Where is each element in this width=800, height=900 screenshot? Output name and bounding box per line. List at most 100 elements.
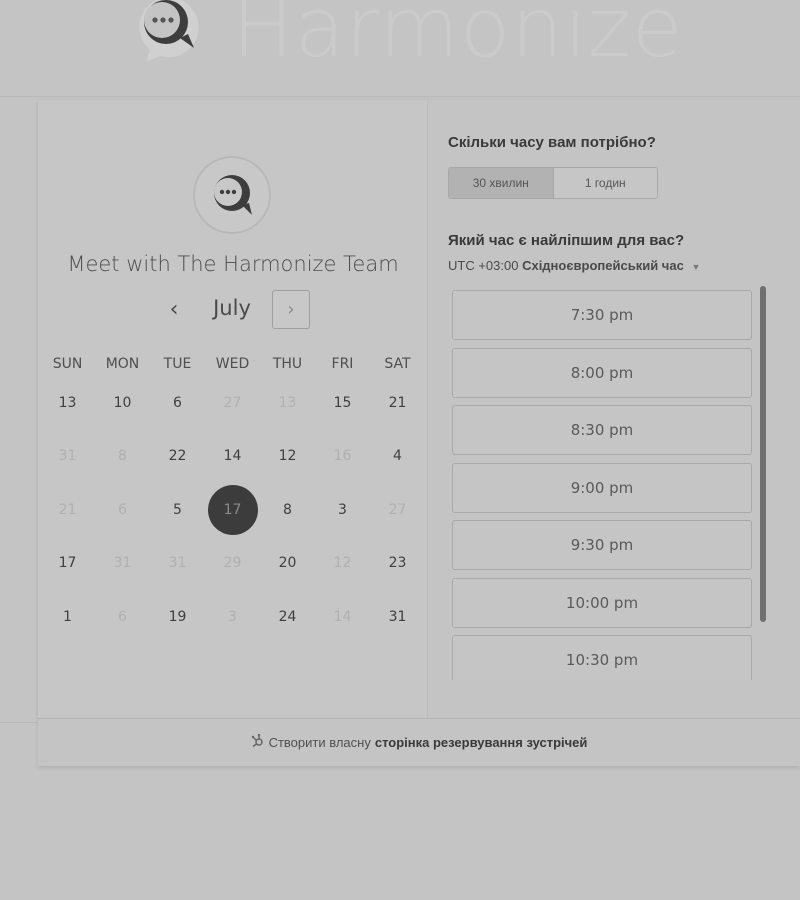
calendar-day[interactable]: 31 — [370, 590, 425, 644]
calendar-day-number: 6 — [118, 501, 127, 518]
duration-toggle: 30 хвилин 1 годин — [448, 167, 658, 199]
calendar-day[interactable]: 19 — [150, 590, 205, 644]
calendar-day-number: 10 — [113, 394, 132, 411]
timezone-name: Східноєвропейський час — [522, 258, 684, 273]
booking-card: Meet with The Harmonize Team ‹ July › SU… — [38, 100, 800, 718]
calendar-day: 14 — [315, 590, 370, 644]
calendar-day-number: 13 — [58, 394, 77, 411]
calendar-day: 27 — [370, 483, 425, 537]
weekday-label: FRI — [331, 356, 354, 372]
calendar-day-number: 31 — [388, 608, 407, 625]
avatar — [193, 156, 271, 234]
weekday-label: SUN — [52, 356, 83, 372]
brand-name: Harmonize — [232, 0, 684, 76]
previous-month-button[interactable]: ‹ — [160, 294, 188, 324]
calendar-day[interactable]: 24 — [260, 590, 315, 644]
calendar-day-number: 13 — [278, 394, 297, 411]
calendar-day: 13 — [260, 376, 315, 430]
calendar-day-number: 14 — [333, 608, 352, 625]
time-slot[interactable]: 10:00 pm — [452, 578, 752, 628]
calendar-day-number: 31 — [58, 448, 77, 465]
calendar-day-number: 24 — [278, 608, 297, 625]
calendar-day-number: 31 — [113, 555, 132, 572]
weekday-header: SUN MON TUE WED THU FRI SAT — [40, 356, 425, 372]
weekday-label: MON — [105, 356, 140, 372]
calendar-day[interactable]: 23 — [370, 537, 425, 591]
calendar-day-number: 20 — [278, 555, 297, 572]
calendar-day-selected[interactable]: 17 — [205, 483, 260, 537]
meeting-title: Meet with The Harmonize Team — [67, 252, 399, 276]
chat-bubble-logo-icon — [118, 0, 208, 64]
calendar-day: 16 — [315, 430, 370, 484]
calendar-day-number: 21 — [388, 394, 407, 411]
calendar-day[interactable]: 3 — [315, 483, 370, 537]
calendar-day[interactable]: 22 — [150, 430, 205, 484]
calendar-day-number: 29 — [223, 555, 242, 572]
calendar-day[interactable]: 12 — [260, 430, 315, 484]
weekday-label: THU — [272, 356, 303, 372]
calendar-day[interactable]: 6 — [150, 376, 205, 430]
calendar-day-number: 21 — [58, 501, 77, 518]
calendar-day[interactable]: 5 — [150, 483, 205, 537]
calendar-day[interactable]: 4 — [370, 430, 425, 484]
time-slot[interactable]: 7:30 pm — [452, 290, 752, 340]
calendar-day-number: 8 — [118, 448, 127, 465]
calendar-day[interactable]: 13 — [40, 376, 95, 430]
caret-down-icon: ▼ — [691, 262, 701, 272]
calendar-day-number: 1 — [63, 608, 72, 625]
calendar-day-number: 6 — [173, 394, 182, 411]
calendar-day[interactable]: 8 — [260, 483, 315, 537]
calendar-day[interactable]: 15 — [315, 376, 370, 430]
next-month-button[interactable]: › — [272, 290, 310, 329]
brand-header: Harmonize — [118, 0, 683, 78]
calendar-day-number: 6 — [118, 608, 127, 625]
calendar-day: 8 — [95, 430, 150, 484]
duration-option-30min[interactable]: 30 хвилин — [449, 168, 554, 198]
footer-prefix: Створити власну — [268, 735, 371, 750]
footer-link[interactable]: сторінка резервування зустрічей — [375, 735, 588, 750]
calendar-day: 12 — [315, 537, 370, 591]
calendar-day[interactable]: 14 — [205, 430, 260, 484]
weekday-label: WED — [215, 356, 250, 372]
time-slot[interactable]: 9:30 pm — [452, 520, 752, 570]
time-pane: Скільки часу вам потрібно? 30 хвилин 1 г… — [428, 100, 800, 718]
calendar-day: 31 — [95, 537, 150, 591]
time-slot[interactable]: 10:30 pm — [452, 635, 752, 680]
calendar-day: 21 — [40, 483, 95, 537]
calendar-day-number: 27 — [388, 501, 407, 518]
month-label: July — [213, 296, 251, 320]
time-slot-list[interactable]: 7:30 pm 8:00 pm 8:30 pm 9:00 pm 9:30 pm … — [428, 282, 800, 680]
time-slot[interactable]: 8:30 pm — [452, 405, 752, 455]
page-divider — [0, 722, 40, 723]
calendar-day: 6 — [95, 590, 150, 644]
calendar-day: 3 — [205, 590, 260, 644]
calendar-day[interactable]: 10 — [95, 376, 150, 430]
sprocket-icon — [251, 733, 265, 751]
calendar-day[interactable]: 1 — [40, 590, 95, 644]
calendar-day-number: 4 — [393, 448, 402, 465]
month-navigation: ‹ July › — [38, 290, 428, 330]
time-question: Який час є найліпшим для вас? — [448, 232, 685, 249]
calendar-day-number: 3 — [338, 501, 347, 518]
calendar-day[interactable]: 20 — [260, 537, 315, 591]
calendar-day: 29 — [205, 537, 260, 591]
calendar-day[interactable]: 21 — [370, 376, 425, 430]
timezone-selector[interactable]: UTC +03:00 Східноєвропейський час ▼ — [448, 258, 700, 273]
duration-option-1hour[interactable]: 1 годин — [553, 168, 657, 198]
calendar-day: 31 — [150, 537, 205, 591]
duration-question: Скільки часу вам потрібно? — [448, 134, 656, 151]
calendar-day-number: 12 — [278, 448, 297, 465]
slot-list-scrollbar[interactable] — [760, 286, 766, 622]
calendar-day-number: 23 — [388, 555, 407, 572]
time-slot[interactable]: 9:00 pm — [452, 463, 752, 513]
time-slot[interactable]: 8:00 pm — [452, 348, 752, 398]
header-divider — [0, 96, 800, 97]
calendar-day[interactable]: 17 — [40, 537, 95, 591]
calendar-day: 6 — [95, 483, 150, 537]
calendar-day-number: 31 — [168, 555, 187, 572]
calendar-grid: 13 10 6 27 13 15 21 31 8 22 14 12 16 4 21 6 5 17 8 3 27 17 31 3… — [40, 376, 425, 644]
calendar-day-number: 19 — [168, 608, 187, 625]
calendar-day-number: 17 — [207, 484, 258, 535]
calendar-day-number: 8 — [283, 501, 292, 518]
calendar-day-number: 5 — [173, 501, 182, 518]
